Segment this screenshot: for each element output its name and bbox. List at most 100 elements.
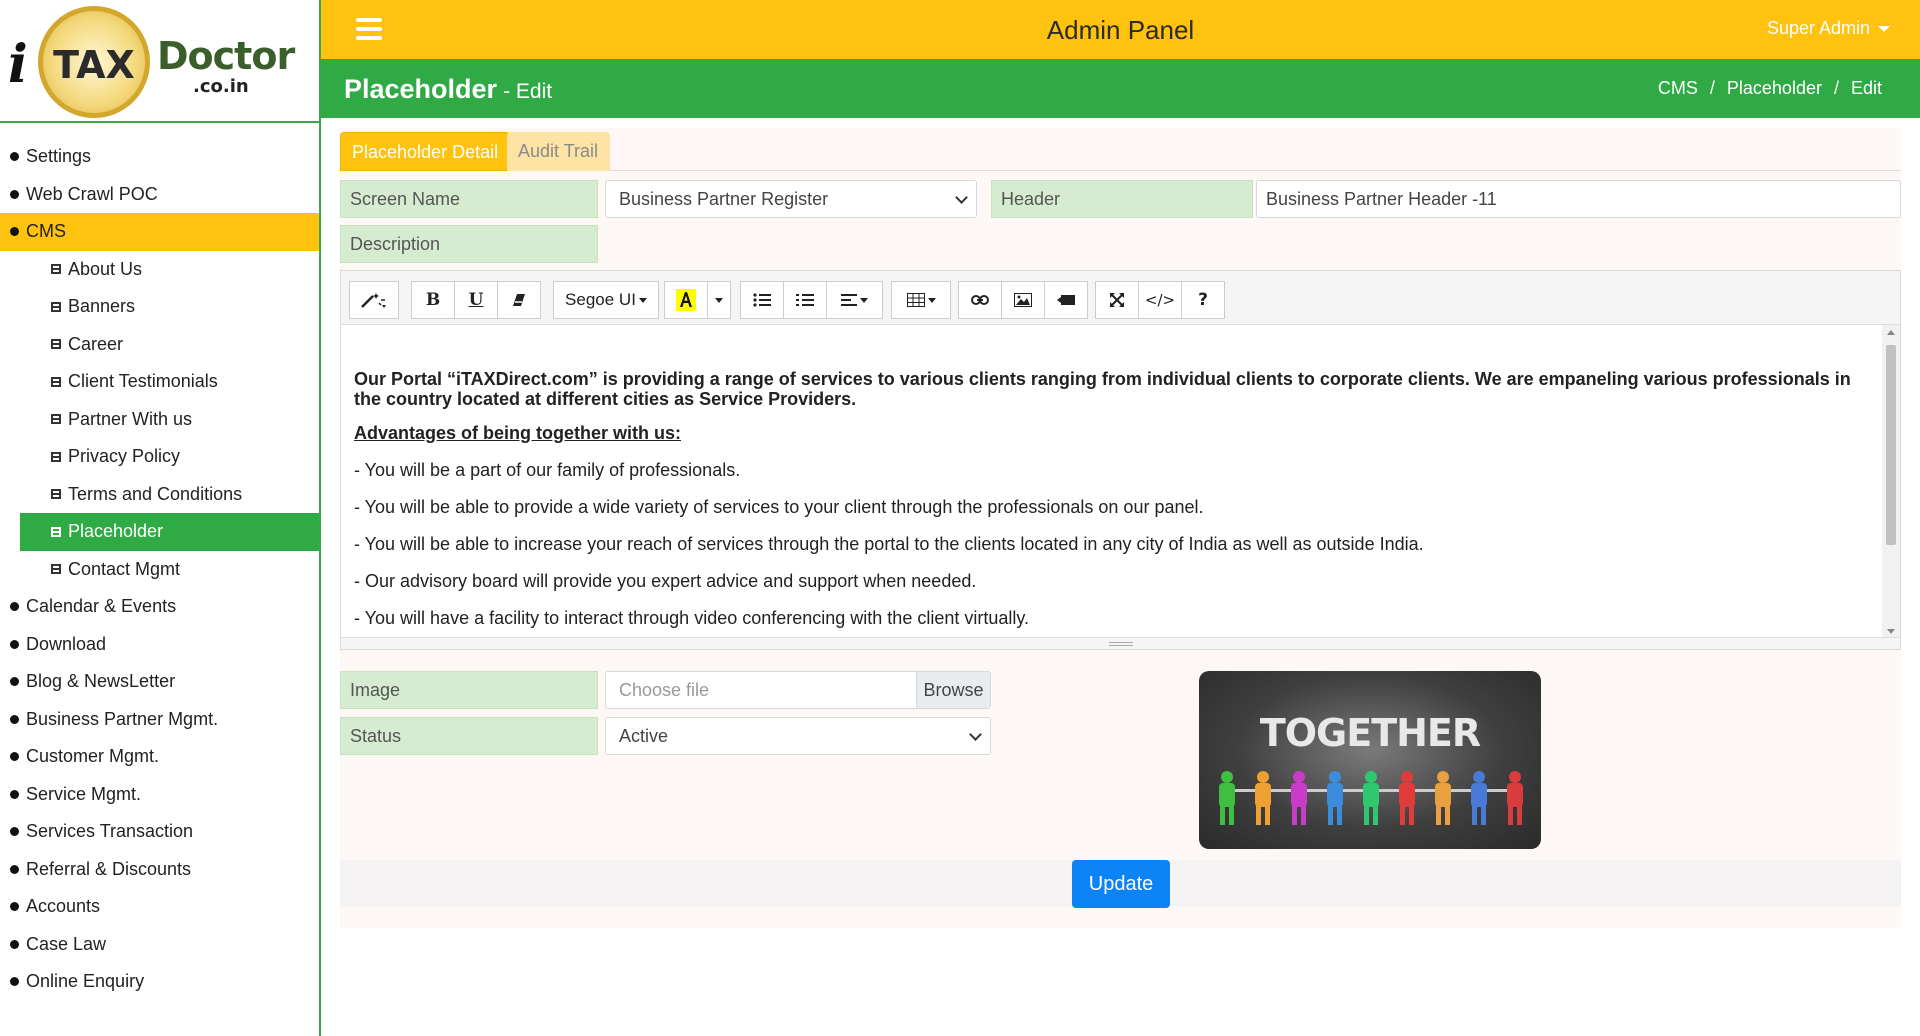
sidebar-subitem-label: Partner With us — [68, 408, 193, 429]
page-header: Placeholder - Edit CMS / Placeholder / Edit — [321, 59, 1920, 118]
fullscreen-icon[interactable] — [1095, 281, 1139, 319]
people-figures-illustration — [1219, 771, 1523, 825]
sidebar-item-label: Calendar & Events — [26, 596, 177, 616]
image-file-placeholder: Choose file — [619, 680, 710, 700]
top-bar: Admin Panel Super Admin — [321, 0, 1920, 59]
sidebar-item-business-partner-mgmt[interactable]: Business Partner Mgmt. — [0, 701, 319, 739]
sidebar-item-label: Referral & Discounts — [26, 858, 192, 879]
breadcrumb-cms[interactable]: CMS — [1658, 78, 1698, 98]
editor-scrollbar[interactable] — [1882, 325, 1900, 639]
screen-name-label: Screen Name — [340, 180, 598, 218]
minus-square-icon — [51, 564, 61, 575]
grip-icon — [1109, 642, 1133, 646]
sidebar-subitem-partner-with-us[interactable]: Partner With us — [20, 401, 319, 439]
sidebar-item-cms[interactable]: CMS — [0, 213, 319, 251]
code-view-icon[interactable]: </> — [1138, 281, 1182, 319]
sidebar-subitem-contact-mgmt[interactable]: Contact Mgmt — [20, 551, 319, 589]
user-menu[interactable]: Super Admin — [1767, 18, 1890, 39]
sidebar-item-label: Business Partner Mgmt. — [26, 708, 219, 729]
bullet-icon — [10, 189, 19, 199]
admin-panel-title: Admin Panel — [1046, 15, 1195, 45]
magic-wand-icon[interactable] — [349, 281, 399, 319]
bullet-icon — [10, 977, 19, 987]
sidebar-item-customer-mgmt[interactable]: Customer Mgmt. — [0, 738, 319, 776]
page-title: Placeholder - Edit — [344, 74, 552, 105]
sidebar: i TAX Doctor .co.in Settings Web Crawl P… — [0, 0, 321, 1036]
editor-point: - You will be able to increase your reac… — [354, 534, 1424, 554]
editor-point: - You will be able to provide a wide var… — [354, 497, 1204, 517]
image-preview: TOGETHER — [1199, 671, 1541, 849]
editor-content[interactable]: Our Portal “iTAXDirect.com” is providing… — [341, 325, 1883, 639]
sidebar-subitem-label: Client Testimonials — [68, 371, 218, 392]
screen-name-select[interactable]: Business Partner Register — [605, 180, 977, 218]
image-icon[interactable] — [1001, 281, 1045, 319]
sidebar-item-blog-newsletter[interactable]: Blog & NewsLetter — [0, 663, 319, 701]
page-title-text: Placeholder — [344, 74, 498, 104]
sidebar-subitem-about-us[interactable]: About Us — [20, 251, 319, 289]
ordered-list-icon[interactable] — [783, 281, 827, 319]
text-color-dropdown[interactable] — [707, 281, 731, 319]
editor-point: - You will be a part of our family of pr… — [354, 460, 741, 480]
image-file-input[interactable]: Choose file Browse — [605, 671, 991, 709]
header-input[interactable]: Business Partner Header -11 — [1256, 180, 1901, 218]
caret-down-icon — [1878, 26, 1890, 33]
minus-square-icon — [51, 264, 61, 275]
sidebar-item-settings[interactable]: Settings — [0, 138, 319, 176]
browse-button[interactable]: Browse — [916, 672, 990, 708]
sidebar-subitem-label: Privacy Policy — [68, 446, 181, 467]
caret-down-icon — [638, 298, 647, 304]
image-label: Image — [340, 671, 598, 709]
video-icon[interactable] — [1044, 281, 1088, 319]
scroll-up-icon[interactable] — [1887, 330, 1895, 335]
scroll-down-icon[interactable] — [1887, 629, 1895, 634]
underline-button[interactable]: U — [454, 281, 498, 319]
update-button[interactable]: Update — [1072, 860, 1170, 908]
sidebar-item-online-enquiry[interactable]: Online Enquiry — [0, 963, 319, 1001]
sidebar-item-label: Case Law — [26, 933, 107, 954]
sidebar-item-case-law[interactable]: Case Law — [0, 926, 319, 964]
sidebar-subitem-label: Contact Mgmt — [68, 558, 181, 579]
help-icon[interactable]: ? — [1181, 281, 1225, 319]
link-icon[interactable] — [958, 281, 1002, 319]
tab-placeholder-detail[interactable]: Placeholder Detail — [340, 132, 511, 171]
breadcrumb-placeholder[interactable]: Placeholder — [1727, 78, 1822, 98]
sidebar-item-referral-discounts[interactable]: Referral & Discounts — [0, 851, 319, 889]
sidebar-subitem-career[interactable]: Career — [20, 326, 319, 364]
sidebar-item-web-crawl-poc[interactable]: Web Crawl POC — [0, 176, 319, 214]
sidebar-subitem-privacy-policy[interactable]: Privacy Policy — [20, 438, 319, 476]
unordered-list-icon[interactable] — [740, 281, 784, 319]
sidebar-subitem-banners[interactable]: Banners — [20, 288, 319, 326]
minus-square-icon — [51, 414, 61, 425]
logo-seal: TAX — [38, 6, 150, 118]
text-color-button[interactable] — [664, 281, 708, 319]
font-family-dropdown[interactable]: Segoe UI — [553, 281, 659, 319]
sidebar-item-label: CMS — [26, 221, 66, 241]
sidebar-item-label: Blog & NewsLetter — [26, 671, 176, 691]
user-name: Super Admin — [1766, 18, 1870, 38]
bullet-icon — [10, 902, 19, 912]
table-icon[interactable] — [891, 281, 951, 319]
sidebar-subitem-client-testimonials[interactable]: Client Testimonials — [20, 363, 319, 401]
editor-resize-handle[interactable] — [341, 637, 1900, 649]
content-card: Placeholder Detail Audit Trail Screen Na… — [340, 128, 1901, 928]
bullet-icon — [10, 152, 19, 162]
align-dropdown-icon[interactable] — [826, 281, 883, 319]
sidebar-item-label: Customer Mgmt. — [26, 746, 160, 766]
sidebar-item-calendar-events[interactable]: Calendar & Events — [0, 588, 319, 626]
bold-button[interactable]: B — [411, 281, 455, 319]
sidebar-subitem-placeholder[interactable]: Placeholder — [20, 513, 319, 551]
tab-audit-trail[interactable]: Audit Trail — [507, 132, 610, 171]
sidebar-item-download[interactable]: Download — [0, 626, 319, 664]
bullet-icon — [10, 827, 19, 837]
minus-square-icon — [51, 451, 61, 462]
scrollbar-thumb[interactable] — [1886, 345, 1896, 545]
caret-down-icon — [715, 297, 723, 303]
status-select[interactable]: Active — [605, 717, 991, 755]
sidebar-item-service-mgmt[interactable]: Service Mgmt. — [0, 776, 319, 814]
sidebar-subitem-terms-and-conditions[interactable]: Terms and Conditions — [20, 476, 319, 514]
eraser-icon[interactable] — [497, 281, 541, 319]
sidebar-item-accounts[interactable]: Accounts — [0, 888, 319, 926]
sidebar-subitem-label: Terms and Conditions — [68, 483, 243, 504]
sidebar-item-services-transaction[interactable]: Services Transaction — [0, 813, 319, 851]
logo[interactable]: i TAX Doctor .co.in — [0, 0, 319, 123]
